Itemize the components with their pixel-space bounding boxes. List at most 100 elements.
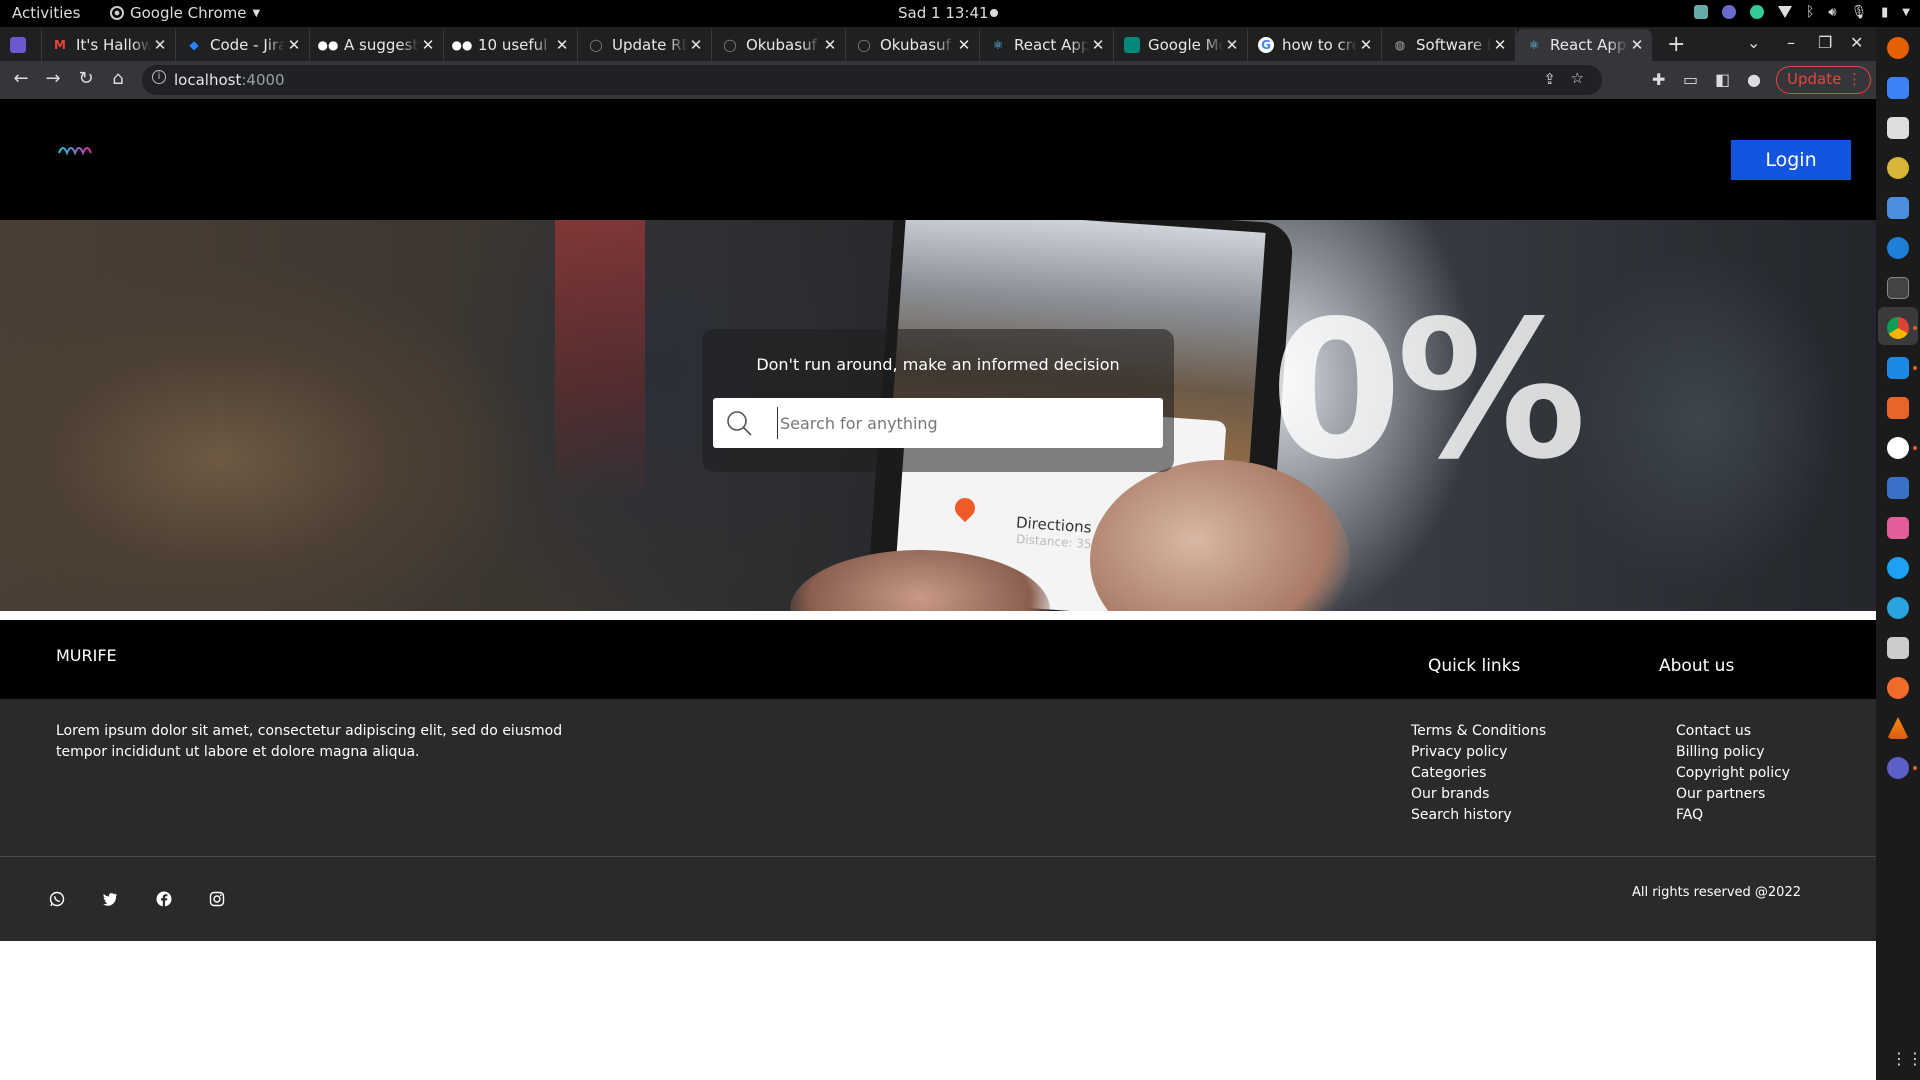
extensions-icon[interactable]: ✚ <box>1652 70 1665 89</box>
back-button[interactable]: ← <box>9 68 33 89</box>
microphone-icon[interactable]: 🎙︎ <box>1851 5 1868 20</box>
browser-tab[interactable]: Ghow to cre ✕ <box>1248 29 1382 61</box>
text-editor-icon[interactable] <box>1887 477 1909 499</box>
wifi-icon[interactable] <box>1778 6 1793 18</box>
footer-link-partners[interactable]: Our partners <box>1676 784 1790 805</box>
update-button[interactable]: Update ⋮ <box>1776 66 1871 94</box>
tab-close-icon[interactable]: ✕ <box>955 36 973 54</box>
vscode-icon[interactable] <box>1887 357 1917 379</box>
clock[interactable]: Sad 1 13:41 <box>898 4 989 22</box>
app-menu[interactable]: Google Chrome ▼ <box>110 4 260 22</box>
browser-tab[interactable]: ◍ Software E ✕ <box>1382 29 1516 61</box>
profile-avatar[interactable]: ● <box>1747 70 1761 89</box>
browser-tab[interactable]: Google Me ✕ <box>1114 29 1248 61</box>
software-center-icon[interactable] <box>1887 397 1909 419</box>
system-tray[interactable]: ᛒ 🔊︎ 🎙︎ ▮ ▼ <box>1694 4 1910 20</box>
tab-search-icon[interactable]: ⌄ <box>1747 33 1760 52</box>
tab-close-icon[interactable]: ✕ <box>553 36 571 54</box>
facebook-icon[interactable] <box>156 891 172 907</box>
cast-icon[interactable]: ▭ <box>1683 70 1698 89</box>
chrome-dock-icon[interactable] <box>1887 317 1917 339</box>
search-box[interactable] <box>713 398 1163 448</box>
files-icon[interactable] <box>1887 117 1909 139</box>
postman-icon[interactable] <box>1887 677 1909 699</box>
address-bar[interactable]: i localhost:4000 ⇪ ☆ <box>142 65 1602 95</box>
help-icon[interactable] <box>1887 237 1909 259</box>
home-button[interactable]: ⌂ <box>106 68 130 89</box>
writer-icon[interactable] <box>1887 197 1909 219</box>
footer-link-faq[interactable]: FAQ <box>1676 805 1790 826</box>
tab-title: Okubasuf <box>880 36 951 54</box>
slack-tray-icon[interactable] <box>1694 5 1709 19</box>
volume-icon[interactable]: 🔊︎ <box>1828 5 1836 20</box>
twitter-icon[interactable] <box>102 891 118 907</box>
show-apps-icon[interactable]: ⋮⋮⋮ <box>1891 1049 1920 1068</box>
tab-close-icon[interactable]: ✕ <box>1223 36 1241 54</box>
footer-link-privacy[interactable]: Privacy policy <box>1411 742 1546 763</box>
share-icon[interactable]: ⇪ <box>1543 70 1556 88</box>
search-input[interactable] <box>777 407 1147 439</box>
side-panel-icon[interactable]: ◧ <box>1715 70 1730 89</box>
tab-title: Okubasuf <box>746 36 817 54</box>
search-icon[interactable] <box>725 409 753 437</box>
tab-close-icon[interactable]: ✕ <box>151 36 169 54</box>
thunderbird-icon[interactable] <box>1887 77 1909 99</box>
browser-tab[interactable]: M It's Halloween✕ <box>42 29 176 61</box>
gmail-icon: M <box>54 38 66 52</box>
footer-link-contact[interactable]: Contact us <box>1676 721 1790 742</box>
rhythmbox-icon[interactable] <box>1887 157 1909 179</box>
close-window-button[interactable]: ✕ <box>1850 33 1863 52</box>
browser-tab[interactable]: ◯ Okubasuf ✕ <box>846 29 980 61</box>
forward-button[interactable]: → <box>41 68 65 89</box>
tab-close-icon[interactable]: ✕ <box>419 36 437 54</box>
google-meet-icon <box>1124 37 1140 53</box>
footer-link-terms[interactable]: Terms & Conditions <box>1411 721 1546 742</box>
whatsapp-icon[interactable] <box>49 891 65 907</box>
footer-link-brands[interactable]: Our brands <box>1411 784 1546 805</box>
vlc-icon[interactable] <box>1887 717 1909 739</box>
footer-link-billing[interactable]: Billing policy <box>1676 742 1790 763</box>
tab-close-icon[interactable]: ✕ <box>1089 36 1107 54</box>
restore-button[interactable]: ❐ <box>1818 33 1832 52</box>
login-button[interactable]: Login <box>1731 140 1851 180</box>
tab-close-icon[interactable]: ✕ <box>1628 36 1646 54</box>
power-menu-icon[interactable]: ▼ <box>1902 7 1910 18</box>
tab-close-icon[interactable]: ✕ <box>821 36 839 54</box>
browser-tab[interactable]: ◯ Okubasuf ✕ <box>712 29 846 61</box>
screenshot-icon[interactable] <box>1887 517 1909 539</box>
activities-button[interactable]: Activities <box>12 4 80 22</box>
slack-icon[interactable] <box>1887 437 1917 459</box>
kebab-menu-icon[interactable]: ⋮ <box>1847 67 1862 92</box>
browser-tab[interactable]: ◯ Update RE ✕ <box>578 29 712 61</box>
footer-link-copyright[interactable]: Copyright policy <box>1676 763 1790 784</box>
telegram-icon[interactable] <box>1887 597 1909 619</box>
twitter-app-icon[interactable] <box>1887 557 1909 579</box>
tab-close-icon[interactable]: ✕ <box>285 36 303 54</box>
bluetooth-icon[interactable]: ᛒ <box>1806 4 1814 20</box>
browser-tab[interactable]: ⚛ React App ✕ <box>1516 29 1652 61</box>
site-info-icon[interactable]: i <box>152 70 166 84</box>
firefox-icon[interactable] <box>1887 37 1909 59</box>
logo[interactable] <box>56 139 94 179</box>
browser-tab[interactable]: ⚛ React App ✕ <box>980 29 1114 61</box>
browser-tab[interactable]: ●● A suggested✕ <box>310 29 444 61</box>
browser-tab[interactable]: ●● 10 useful s ✕ <box>444 29 578 61</box>
minimize-button[interactable]: – <box>1787 33 1795 52</box>
browser-tab[interactable]: ◆ Code - Jira ✕ <box>176 29 310 61</box>
tab-close-icon[interactable]: ✕ <box>1357 36 1375 54</box>
terminal-icon[interactable] <box>1887 277 1909 299</box>
tab-close-icon[interactable]: ✕ <box>1491 36 1509 54</box>
browser-tab[interactable]: Sesame <box>0 29 42 61</box>
footer-link-categories[interactable]: Categories <box>1411 763 1546 784</box>
new-tab-button[interactable]: + <box>1667 32 1685 57</box>
vpn-tray-icon[interactable] <box>1750 5 1765 19</box>
battery-icon[interactable]: ▮ <box>1881 5 1888 20</box>
footer-link-search-history[interactable]: Search history <box>1411 805 1546 826</box>
tab-close-icon[interactable]: ✕ <box>687 36 705 54</box>
disks-icon[interactable] <box>1887 637 1909 659</box>
reload-button[interactable]: ↻ <box>74 68 98 89</box>
teams-tray-icon[interactable] <box>1722 5 1737 19</box>
instagram-icon[interactable] <box>209 891 225 907</box>
teams-icon[interactable] <box>1887 757 1917 779</box>
bookmark-star-icon[interactable]: ☆ <box>1571 69 1584 87</box>
